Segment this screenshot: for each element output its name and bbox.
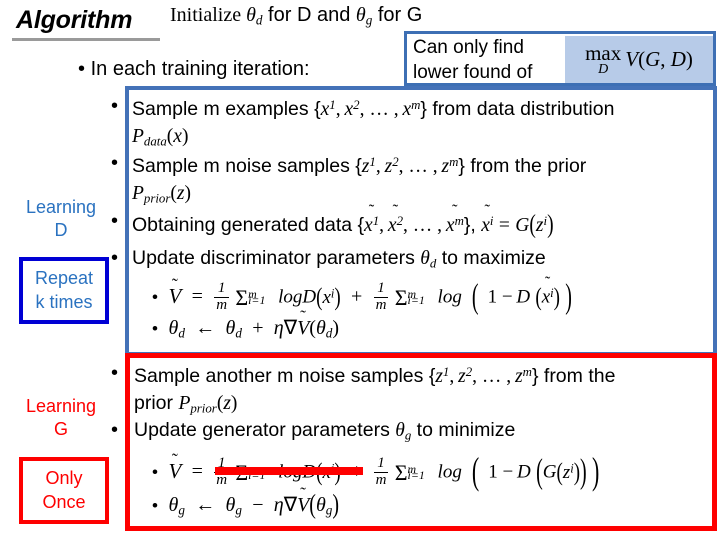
g-step-1: Sample another m noise samples {z1, z2, … [134,364,616,416]
formula-strikethrough [215,467,363,475]
learning-g-label: Learning G [25,396,97,439]
bullet-d-step-4: • [111,247,119,269]
learning-d-label: Learning D [25,197,97,240]
d-step-3: Obtaining generated data {x ˜ 1, x ˜ 2, … , … [132,200,554,240]
callout-formula-highlight: max D V(G, D) [565,36,713,83]
d-formula-1: • V ˜ = 1m Σm i=1 logD(xi) + 1m Σm i=1 log … [152,274,572,316]
bullet-glyph: • [78,58,86,80]
bullet-g-step-1: • [111,362,119,384]
only-once-box: Only Once [19,457,109,524]
callout-line-2: lower found of [413,62,533,83]
slide-canvas: Algorithm Initialize θd for D and θg for… [0,0,728,543]
initialize-line: Initialize θd for D and θg for G [170,4,423,28]
iteration-line: • In each training iteration: [78,58,310,81]
bullet-d-step-1: • [111,95,119,117]
title-underline [12,38,160,41]
d-step-4: Update discriminator parameters θd to ma… [132,247,546,271]
max-operator: max D [585,40,622,77]
d-step-1: Sample m examples {x1, x2, … , xm} from … [132,97,615,149]
g-step-2: Update generator parameters θg to minimi… [134,419,516,443]
callout-line-1: Can only find [413,37,524,58]
callout-formula-body: V [625,47,639,71]
repeat-k-times-box: Repeat k times [19,257,109,324]
bullet-d-step-2: • [111,152,119,174]
d-step-2: Sample m noise samples {z1, z2, … , zm} … [132,154,587,206]
d-formula-2: • θd ← θd + η∇V ˜ (θd) [152,307,340,341]
callout-text: Can only find lower found of [413,35,563,85]
g-formula-2: • θg ← θg − η∇V ˜ (θg) [152,484,340,520]
callout-box: Can only find lower found of max D V(G, … [404,31,716,86]
iteration-label: In each training iteration: [90,58,310,80]
page-title: Algorithm [16,6,133,34]
